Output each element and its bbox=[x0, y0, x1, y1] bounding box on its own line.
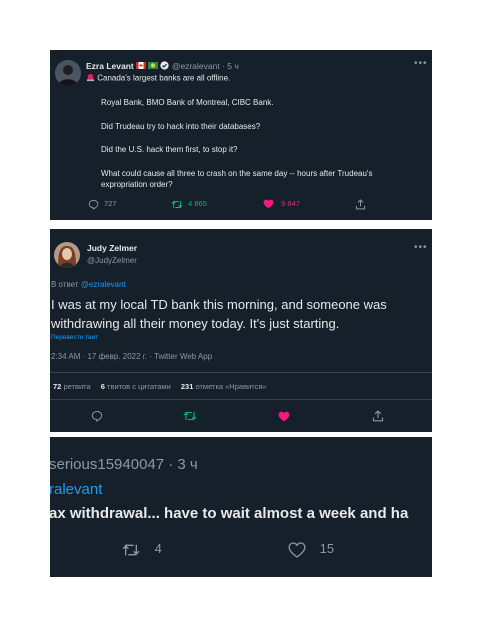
tweet-line-5a: What could cause all three to crash on t… bbox=[101, 169, 373, 178]
handle-and-time[interactable]: serious15940047 · 3 ч bbox=[50, 456, 198, 473]
author-name[interactable]: Judy Zelmer bbox=[87, 243, 137, 253]
reply-action[interactable]: 727 bbox=[88, 199, 117, 210]
like-action[interactable]: 9 847 bbox=[263, 199, 300, 209]
divider bbox=[50, 372, 432, 373]
tweet-text-line-1: I was at my local TD bank this morning, … bbox=[51, 297, 387, 312]
retweet-action[interactable]: 4 865 bbox=[171, 199, 207, 210]
handle-and-time: @ezralevant · 5 ч bbox=[171, 61, 239, 71]
retweet-stat-count: 72 bbox=[53, 382, 62, 391]
share-icon[interactable] bbox=[355, 199, 366, 210]
engagement-stats: 72 ретвита 6 твитов с цитатами 231 отмет… bbox=[53, 382, 267, 391]
quote-stat[interactable]: 6 твитов с цитатами bbox=[101, 382, 173, 391]
like-count: 15 bbox=[319, 541, 335, 556]
quote-stat-label: твитов с цитатами bbox=[107, 382, 171, 391]
retweet-count: 4 865 bbox=[188, 199, 207, 209]
like-stat[interactable]: 231 отметка «Нравится» bbox=[181, 382, 267, 391]
tweet-judy-zelmer: Judy Zelmer @JudyZelmer ••• В ответ @ezr… bbox=[50, 229, 432, 432]
author-name[interactable]: Ezra Levant bbox=[86, 61, 134, 71]
mention-link[interactable]: ralevant bbox=[50, 481, 102, 498]
tweet-line-4: Did the U.S. hack them first, to stop it… bbox=[101, 145, 238, 154]
quote-stat-count: 6 bbox=[100, 382, 105, 391]
tweet-text: ax withdrawal... have to wait almost a w… bbox=[50, 505, 409, 522]
like-action[interactable]: 15 bbox=[288, 541, 334, 558]
like-stat-label: отметка «Нравится» bbox=[195, 382, 267, 391]
tweet-serious15940047: serious15940047 · 3 ч ralevant ax withdr… bbox=[50, 437, 432, 577]
siren-icon bbox=[86, 73, 95, 84]
retweet-icon bbox=[121, 542, 141, 558]
retweet-stat[interactable]: 72 ретвита bbox=[53, 382, 93, 391]
like-count: 9 847 bbox=[281, 199, 300, 208]
translate-link[interactable]: Перевести твит bbox=[51, 334, 98, 341]
heart-filled-icon[interactable] bbox=[278, 411, 290, 422]
flags-icon bbox=[136, 61, 159, 72]
tweet-ezra-levant: Ezra Levant @ezralevant · 5 ч ••• Canada… bbox=[50, 50, 432, 220]
retweet-count: 4 bbox=[154, 541, 162, 556]
author-handle[interactable]: @JudyZelmer bbox=[87, 256, 137, 265]
like-stat-count: 231 bbox=[180, 382, 194, 391]
more-options-icon[interactable]: ••• bbox=[414, 242, 428, 253]
verified-badge-icon bbox=[160, 61, 170, 72]
reply-icon bbox=[88, 199, 99, 210]
retweet-icon[interactable] bbox=[183, 410, 197, 422]
tweet-line-1: Canada's largest banks are all offline. bbox=[97, 73, 231, 83]
divider bbox=[50, 399, 432, 400]
avatar-ezra-levant[interactable] bbox=[55, 60, 81, 86]
reply-to-link[interactable]: @ezralevant bbox=[81, 280, 126, 289]
heart-filled-icon bbox=[263, 199, 274, 209]
retweet-action[interactable]: 4 bbox=[121, 541, 162, 558]
tweet-line-3: Did Trudeau try to hack into their datab… bbox=[101, 122, 261, 131]
reply-icon[interactable] bbox=[91, 410, 103, 422]
tweet-meta[interactable]: 2:34 AM · 17 февр. 2022 г. · Twitter Web… bbox=[51, 352, 212, 361]
retweet-stat-label: ретвита bbox=[63, 382, 91, 391]
heart-outline-icon bbox=[288, 541, 306, 558]
tweet-text-line-2: withdrawing all their money today. It's … bbox=[51, 316, 340, 331]
avatar-judy-zelmer[interactable] bbox=[54, 242, 80, 268]
more-options-icon[interactable]: ••• bbox=[414, 58, 428, 69]
retweet-icon bbox=[171, 199, 183, 210]
reply-count: 727 bbox=[104, 199, 117, 209]
tweet-line-2: Royal Bank, BMO Bank of Montreal, CIBC B… bbox=[101, 98, 274, 107]
reply-prefix: В ответ bbox=[51, 280, 79, 289]
tweet-line-5b: expropriation order? bbox=[101, 180, 173, 189]
share-icon[interactable] bbox=[372, 410, 384, 422]
